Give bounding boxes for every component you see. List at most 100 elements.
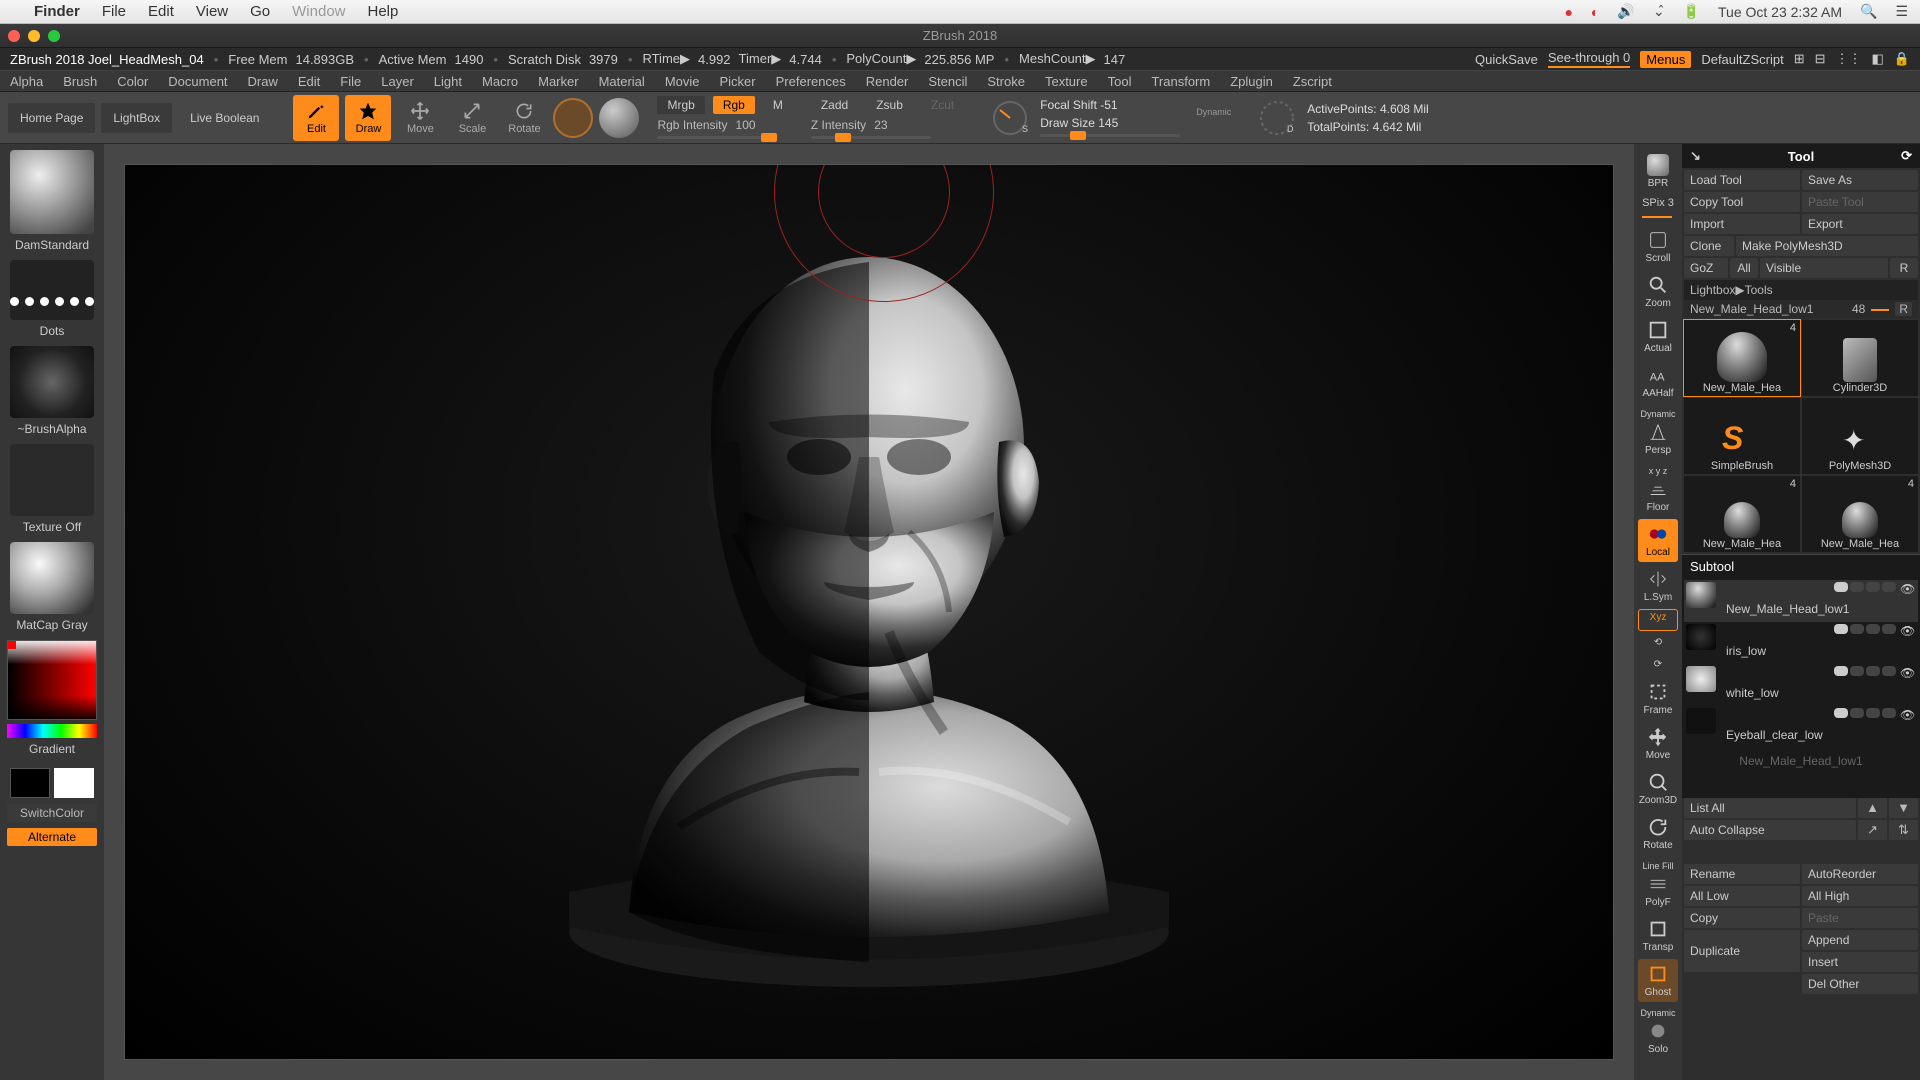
volume-icon[interactable]: 🔊: [1617, 3, 1634, 20]
subtool-item-dim[interactable]: New_Male_Head_low1: [1684, 748, 1918, 774]
copy-tool-button[interactable]: Copy Tool: [1684, 192, 1800, 212]
menu-document[interactable]: Document: [168, 74, 227, 89]
scroll-button[interactable]: Scroll: [1638, 225, 1678, 268]
seethrough-slider[interactable]: See-through 0: [1548, 50, 1630, 68]
subtool-item[interactable]: 👁 iris_low: [1684, 622, 1918, 664]
zsub-button[interactable]: Zsub: [866, 96, 913, 114]
make-polymesh-button[interactable]: Make PolyMesh3D: [1736, 236, 1918, 256]
lightbox-tools[interactable]: Lightbox▶Tools: [1684, 280, 1918, 300]
xyz-button[interactable]: Xyz: [1638, 609, 1678, 631]
subtool-item[interactable]: 👁 white_low: [1684, 664, 1918, 706]
menu-layer[interactable]: Layer: [381, 74, 414, 89]
arrow-icon[interactable]: ↘: [1690, 148, 1701, 164]
menu-marker[interactable]: Marker: [538, 74, 578, 89]
z-intensity-slider[interactable]: [811, 136, 931, 139]
clone-button[interactable]: Clone: [1684, 236, 1734, 256]
menu-stroke[interactable]: Stroke: [987, 74, 1025, 89]
menus-button[interactable]: Menus: [1640, 51, 1691, 68]
rot-z-button[interactable]: ⟳: [1638, 655, 1678, 675]
menu-stencil[interactable]: Stencil: [928, 74, 967, 89]
search-icon[interactable]: 🔍: [1860, 3, 1877, 20]
alternate-button[interactable]: Alternate: [7, 828, 97, 846]
load-tool-button[interactable]: Load Tool: [1684, 170, 1800, 190]
menu-movie[interactable]: Movie: [665, 74, 700, 89]
home-button[interactable]: Home Page: [8, 103, 95, 133]
frame-button[interactable]: Frame: [1638, 677, 1678, 720]
menu-alpha[interactable]: Alpha: [10, 74, 43, 89]
z-intensity-value[interactable]: 23: [874, 118, 887, 132]
zcut-button[interactable]: Zcut: [921, 96, 964, 114]
tool-thumb[interactable]: 4New_Male_Hea: [1684, 476, 1800, 552]
menu-brush[interactable]: Brush: [63, 74, 97, 89]
move-button[interactable]: Move: [1638, 722, 1678, 765]
menu-tool[interactable]: Tool: [1108, 74, 1132, 89]
current-tool-row[interactable]: New_Male_Head_low1 48 R: [1684, 300, 1918, 318]
lsym-button[interactable]: L.Sym: [1638, 564, 1678, 607]
arrow-button[interactable]: ⇅: [1889, 820, 1918, 840]
save-as-button[interactable]: Save As: [1802, 170, 1918, 190]
ghost-button[interactable]: Ghost: [1638, 959, 1678, 1002]
mac-menu-edit[interactable]: Edit: [148, 3, 174, 20]
texture-thumbnail[interactable]: [10, 444, 94, 516]
polyf-button[interactable]: Line FillPolyF: [1638, 857, 1678, 912]
menu-file[interactable]: File: [340, 74, 361, 89]
transp-button[interactable]: Transp: [1638, 914, 1678, 957]
wifi-icon[interactable]: ⌄̂: [1653, 3, 1665, 20]
menu-macro[interactable]: Macro: [482, 74, 518, 89]
menu-preferences[interactable]: Preferences: [776, 74, 846, 89]
focal-gauge[interactable]: S Focal Shift -51 Draw Size 145 Dynamic: [990, 98, 1231, 138]
insert-button[interactable]: Insert: [1802, 952, 1918, 972]
lock-icon[interactable]: 🔒: [1894, 51, 1910, 67]
menu-picker[interactable]: Picker: [720, 74, 756, 89]
mac-menu-view[interactable]: View: [196, 3, 228, 20]
goz-button[interactable]: GoZ: [1684, 258, 1728, 278]
all-low-button[interactable]: All Low: [1684, 886, 1800, 906]
paste-tool-button[interactable]: Paste Tool: [1802, 192, 1918, 212]
viewport[interactable]: [124, 164, 1614, 1060]
menu-zscript[interactable]: Zscript: [1293, 74, 1332, 89]
edit-mode-button[interactable]: Edit: [293, 95, 339, 141]
gradient-label[interactable]: Gradient: [29, 742, 75, 756]
material-thumbnail[interactable]: [10, 542, 94, 614]
spix-slider[interactable]: SPix 3: [1642, 197, 1674, 221]
macos-app-name[interactable]: Finder: [34, 3, 80, 20]
import-button[interactable]: Import: [1684, 214, 1800, 234]
goz-all-button[interactable]: All: [1730, 258, 1758, 278]
rot-y-button[interactable]: ⟲: [1638, 633, 1678, 653]
layout-icon[interactable]: ◧: [1872, 51, 1884, 67]
menu-zplugin[interactable]: Zplugin: [1230, 74, 1273, 89]
tool-thumb[interactable]: 4New_Male_Hea: [1684, 320, 1800, 396]
subtool-copy-button[interactable]: Copy: [1684, 908, 1800, 928]
window-controls[interactable]: [8, 30, 60, 42]
default-script[interactable]: DefaultZScript: [1701, 52, 1783, 67]
eye-icon[interactable]: 👁: [1900, 624, 1916, 638]
list-all-button[interactable]: List All: [1684, 798, 1856, 818]
brush-thumbnail[interactable]: [10, 150, 94, 234]
del-other-button[interactable]: Del Other: [1802, 974, 1918, 994]
battery-icon[interactable]: 🔋: [1683, 3, 1700, 20]
mac-menu-help[interactable]: Help: [368, 3, 399, 20]
solo-button[interactable]: DynamicSolo: [1638, 1004, 1678, 1059]
rgb-button[interactable]: Rgb: [713, 96, 755, 114]
rename-button[interactable]: Rename: [1684, 864, 1800, 884]
sculptris-button[interactable]: [599, 98, 639, 138]
rotate-button[interactable]: Rotate: [1638, 812, 1678, 855]
stroke-thumbnail[interactable]: [10, 260, 94, 320]
menu-edit[interactable]: Edit: [298, 74, 320, 89]
mrgb-button[interactable]: Mrgb: [657, 96, 704, 114]
secondary-color-swatch[interactable]: [54, 768, 94, 798]
tool-thumb[interactable]: SSimpleBrush: [1684, 398, 1800, 474]
append-button[interactable]: Append: [1802, 930, 1918, 950]
maximize-icon[interactable]: [48, 30, 60, 42]
mac-menu-file[interactable]: File: [102, 3, 126, 20]
menu-light[interactable]: Light: [434, 74, 462, 89]
autoreorder-button[interactable]: AutoReorder: [1802, 864, 1918, 884]
duplicate-button[interactable]: Duplicate: [1684, 930, 1800, 972]
goz-r-button[interactable]: R: [1890, 258, 1918, 278]
zoom3d-button[interactable]: Zoom3D: [1638, 767, 1678, 810]
scale-mode-button[interactable]: Scale: [449, 95, 495, 141]
r-button[interactable]: R: [1895, 302, 1912, 316]
menu-texture[interactable]: Texture: [1045, 74, 1088, 89]
drawsize-gauge[interactable]: D ActivePoints: 4.608 Mil TotalPoints: 4…: [1257, 98, 1428, 138]
layout-icon[interactable]: ⋮⋮: [1836, 51, 1862, 67]
